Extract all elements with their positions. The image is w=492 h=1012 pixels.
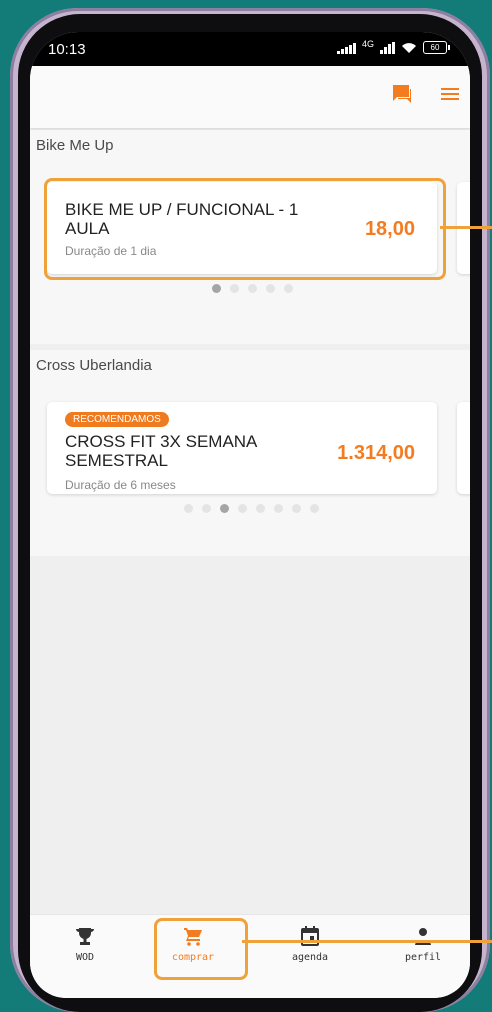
carousel-dot[interactable]: [256, 504, 265, 513]
carousel-dot[interactable]: [230, 284, 239, 293]
recommended-badge: RECOMENDAMOS: [65, 412, 169, 427]
signal-icon: [336, 42, 356, 54]
battery-level: 60: [423, 41, 447, 54]
carousel-dot[interactable]: [274, 504, 283, 513]
app-screen: 10:13 4G 60 Bike Me Up BIKE ME UP / FUNC…: [30, 32, 470, 998]
section-bike-me-up: Bike Me Up BIKE ME UP / FUNCIONAL - 1 AU…: [30, 130, 470, 344]
app-bar: [30, 66, 470, 128]
nav-label: agenda: [291, 952, 329, 963]
status-bar: 10:13 4G 60: [30, 32, 470, 66]
carousel-dot[interactable]: [220, 504, 229, 513]
section-cross-uberlandia: Cross Uberlandia RECOMENDAMOS CROSS FIT …: [30, 350, 470, 556]
carousel-dot[interactable]: [292, 504, 301, 513]
nav-label: comprar: [171, 952, 215, 963]
carousel-dot[interactable]: [202, 504, 211, 513]
product-name: CROSS FIT 3X SEMANA SEMESTRAL: [65, 432, 257, 470]
product-card[interactable]: RECOMENDAMOS CROSS FIT 3X SEMANA SEMESTR…: [47, 402, 437, 494]
signal-icon-2: [380, 41, 395, 54]
trophy-icon: [75, 926, 95, 946]
carousel-dot[interactable]: [184, 504, 193, 513]
product-duration: Duração de 6 meses: [65, 478, 176, 492]
carousel-dots: [184, 504, 319, 513]
status-icons: 4G 60: [336, 38, 450, 54]
network-type: 4G: [361, 38, 374, 49]
next-product-card[interactable]: C S D: [457, 402, 470, 494]
nav-item-agenda[interactable]: agenda: [265, 915, 355, 975]
chat-bubble-icon[interactable]: [390, 82, 414, 106]
section-title: Bike Me Up: [36, 137, 114, 154]
product-price: 18,00: [364, 218, 415, 240]
carousel-dots: [212, 284, 293, 293]
section-title: Cross Uberlandia: [36, 357, 152, 374]
nav-item-wod[interactable]: WOD: [40, 915, 130, 975]
nav-label: perfil: [404, 952, 442, 963]
bottom-navigation: WOD comprar agenda perfil: [30, 914, 470, 998]
highlight-connector: [242, 940, 492, 943]
product-duration: Duração de 1 dia: [65, 244, 157, 258]
carousel-dot[interactable]: [266, 284, 275, 293]
carousel-dot[interactable]: [248, 284, 257, 293]
wifi-icon: [401, 42, 417, 54]
carousel-dot[interactable]: [310, 504, 319, 513]
product-price: 1.314,00: [337, 442, 415, 464]
product-card[interactable]: BIKE ME UP / FUNCIONAL - 1 AULA Duração …: [47, 182, 437, 274]
hamburger-menu-icon[interactable]: [438, 82, 462, 106]
nav-item-comprar[interactable]: comprar: [148, 915, 238, 975]
nav-item-perfil[interactable]: perfil: [378, 915, 468, 975]
calendar-icon: [300, 926, 320, 946]
shopping-cart-icon: [183, 926, 203, 946]
highlight-connector: [440, 226, 492, 229]
person-icon: [413, 926, 433, 946]
carousel-dot[interactable]: [284, 284, 293, 293]
status-time: 10:13: [48, 41, 86, 58]
nav-label: WOD: [75, 952, 95, 963]
product-name: BIKE ME UP / FUNCIONAL - 1 AULA: [65, 200, 299, 238]
battery-icon: 60: [423, 41, 450, 54]
carousel-dot[interactable]: [238, 504, 247, 513]
carousel-dot[interactable]: [212, 284, 221, 293]
